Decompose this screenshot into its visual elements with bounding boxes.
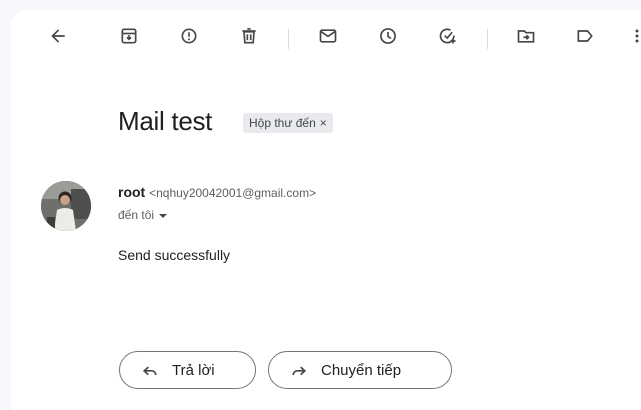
report-spam-icon[interactable] [177,24,201,48]
sender-line: root <nqhuy20042001@gmail.com> [118,184,316,200]
reply-icon [142,366,157,376]
label-chip-text: Hộp thư đến [249,116,316,130]
forward-icon [292,366,307,376]
inbox-label-chip[interactable]: Hộp thư đến × [243,113,333,133]
recipient-label: đến tôi [118,208,155,222]
message-toolbar [0,0,641,70]
more-vert-icon[interactable] [625,24,641,48]
toolbar-divider [288,29,289,49]
reply-button[interactable]: Trả lời [119,351,256,389]
move-to-icon[interactable] [514,24,538,48]
sender-email: <nqhuy20042001@gmail.com> [149,186,317,200]
mark-unread-icon[interactable] [316,24,340,48]
recipient-details[interactable]: đến tôi [118,208,168,222]
email-body: Send successfully [118,247,231,263]
email-subject: Mail test [118,106,213,136]
reply-label: Trả lời [172,361,215,379]
remove-label-icon[interactable]: × [320,116,327,130]
chevron-down-icon[interactable] [159,214,168,218]
arrow-back-icon[interactable] [46,24,70,48]
forward-button[interactable]: Chuyển tiếp [268,351,452,389]
forward-label: Chuyển tiếp [321,361,402,379]
snooze-icon[interactable] [376,24,400,48]
message-panel [11,10,641,410]
add-task-icon[interactable] [436,24,460,48]
label-icon[interactable] [573,24,597,48]
archive-icon[interactable] [117,24,141,48]
sender-name[interactable]: root [118,184,145,200]
delete-icon[interactable] [237,24,261,48]
toolbar-divider [487,29,488,49]
avatar[interactable] [41,181,91,231]
